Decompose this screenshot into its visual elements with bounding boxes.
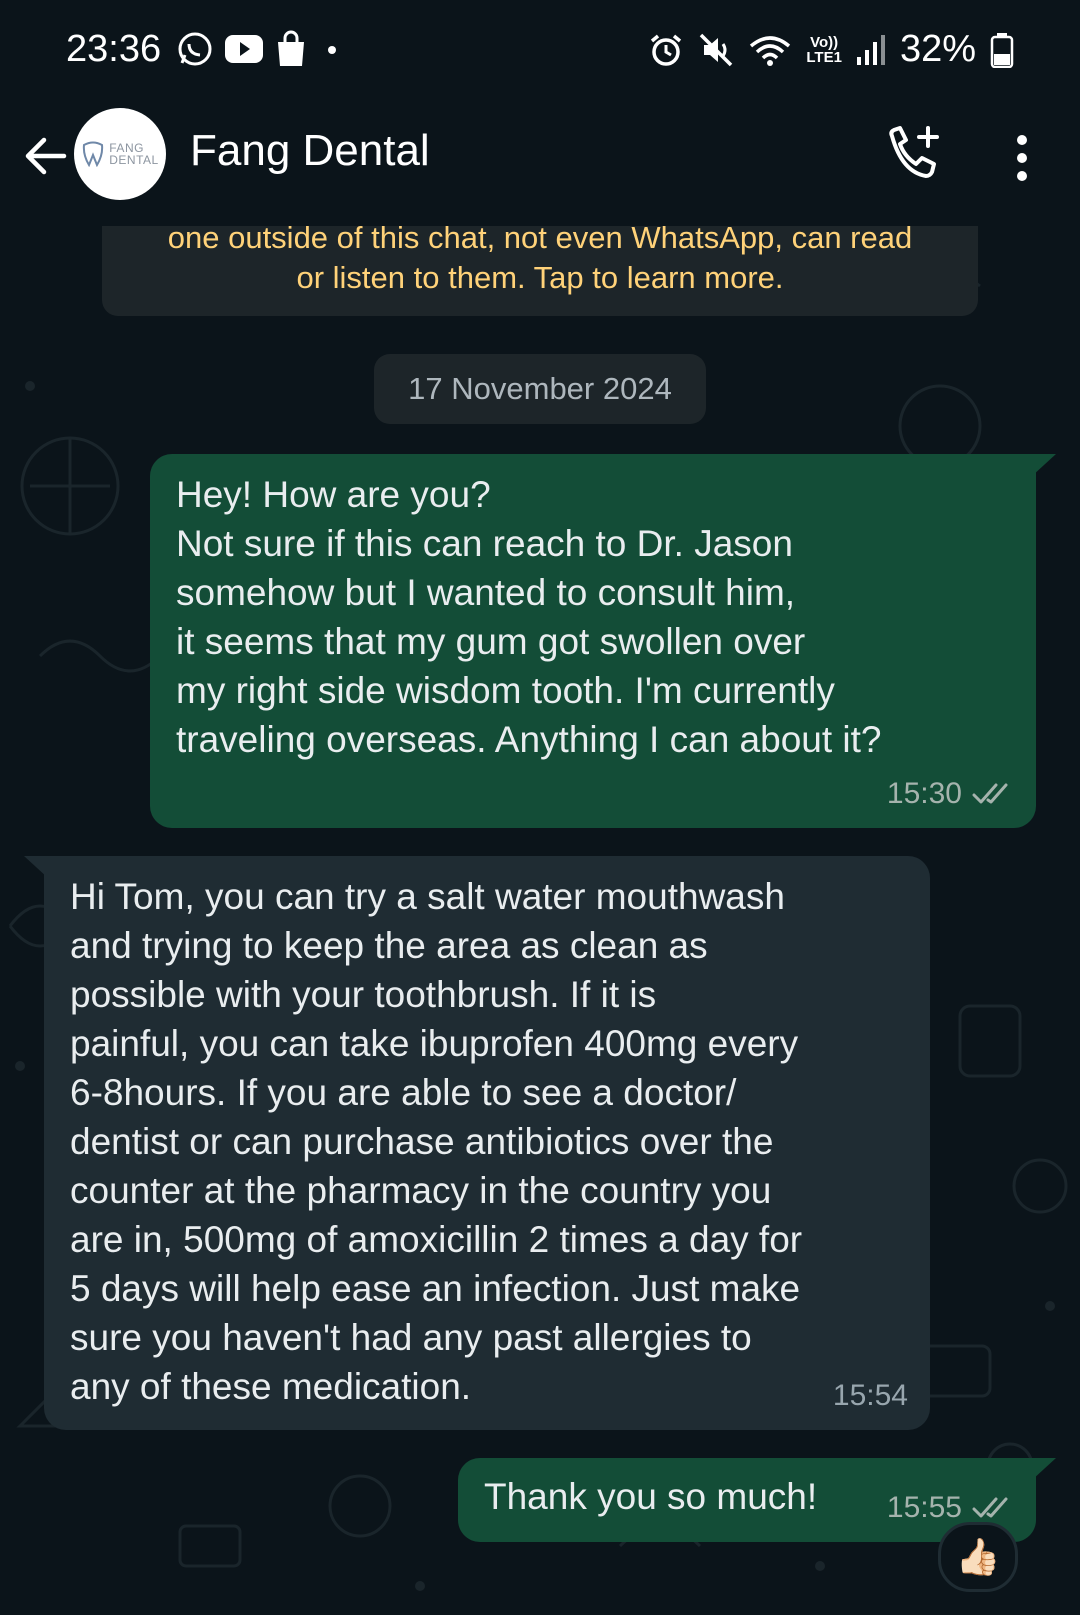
chat-header: FANG DENTAL Fang Dental <box>0 100 1080 226</box>
alarm-icon <box>651 34 682 66</box>
encryption-notice[interactable]: one outside of this chat, not even Whats… <box>102 226 978 316</box>
status-left-icons <box>176 30 342 68</box>
chat-area[interactable]: one outside of this chat, not even Whats… <box>0 226 1080 1615</box>
date-chip: 17 November 2024 <box>374 354 706 424</box>
message-text: Hey! How are you? Not sure if this can r… <box>176 474 882 760</box>
message-text: Hi Tom, you can try a salt water mouthwa… <box>70 876 803 1407</box>
message-time: 15:55 <box>886 1491 962 1524</box>
message-time: 15:30 <box>886 777 962 810</box>
whatsapp-icon <box>178 32 212 66</box>
message-meta: 15:30 <box>887 769 1014 818</box>
double-tick-icon <box>972 1497 1008 1517</box>
message-time: 15:54 <box>832 1379 908 1412</box>
reaction-badge[interactable]: 👍🏻 <box>938 1522 1018 1592</box>
status-right-icons: Vo)) LTE1 32% <box>648 28 1014 71</box>
avatar-logo-text: FANG DENTAL <box>109 141 159 167</box>
battery-percent: 32% <box>899 28 976 70</box>
back-arrow-icon[interactable] <box>18 128 74 184</box>
bubble-tail <box>1032 454 1056 476</box>
shopping-bag-icon <box>278 30 304 66</box>
volte-icon: Vo)) LTE1 <box>806 33 842 66</box>
dot-icon <box>328 46 336 54</box>
add-call-icon[interactable] <box>882 124 944 186</box>
contact-avatar[interactable]: FANG DENTAL <box>74 108 166 200</box>
double-tick-icon <box>972 783 1008 803</box>
youtube-icon <box>225 35 263 63</box>
signal-icon <box>856 34 885 65</box>
mute-icon <box>700 33 733 66</box>
bubble-tail <box>24 856 48 878</box>
more-options-icon[interactable] <box>1002 130 1042 186</box>
encryption-notice-text: one outside of this chat, not even Whats… <box>167 226 913 295</box>
status-time: 23:36 <box>66 28 162 70</box>
tooth-logo-icon <box>83 141 104 167</box>
message-meta: 15:54 <box>833 1371 908 1420</box>
battery-icon <box>990 32 1014 68</box>
status-bar: 23:36 Vo)) LTE1 32% <box>0 0 1080 100</box>
wifi-icon <box>750 35 791 66</box>
outgoing-message[interactable]: Hey! How are you? Not sure if this can r… <box>150 454 1056 828</box>
bubble-tail <box>1032 1458 1056 1480</box>
contact-name[interactable]: Fang Dental <box>190 126 430 176</box>
thumbs-up-reaction-icon: 👍🏻 <box>955 1536 1001 1577</box>
incoming-message[interactable]: Hi Tom, you can try a salt water mouthwa… <box>24 856 930 1430</box>
